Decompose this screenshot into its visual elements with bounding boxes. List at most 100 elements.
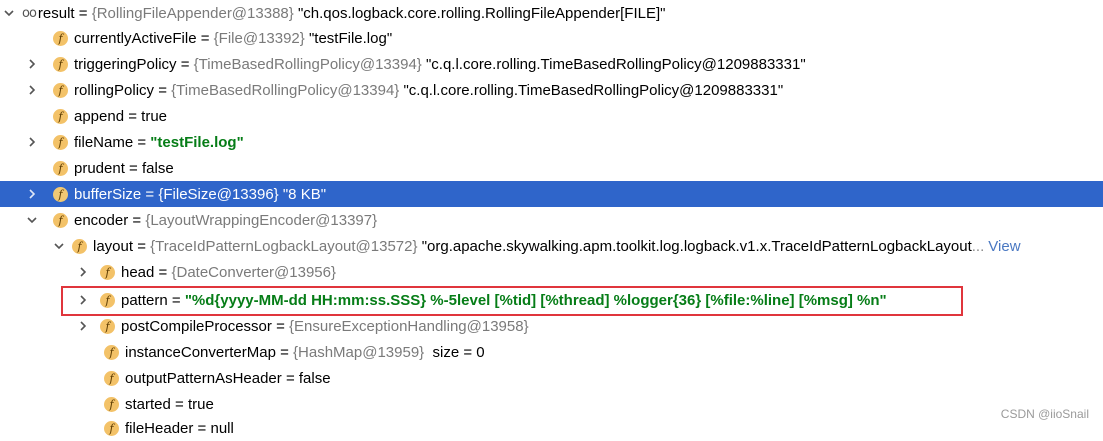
equals-sign: = [271,317,290,335]
field-icon: f [100,264,115,280]
tree-row-started[interactable]: f started = true [0,391,1103,417]
object-reference: {RollingFileAppender@13388} [91,4,294,22]
equals-sign: = [170,395,188,413]
tree-row-fileName[interactable]: f fileName = "testFile.log" [0,129,1103,155]
field-icon: f [53,108,68,124]
tree-row-head[interactable]: f head = {DateConverter@13956} [0,259,1103,285]
field-icon: f [53,82,68,98]
field-value: "c.q.l.core.rolling.TimeBasedRollingPoli… [425,55,806,73]
field-value: false [141,159,174,177]
object-reference: {HashMap@13959} [293,343,425,361]
field-icon: f [100,292,115,308]
tree-row-rollingPolicy[interactable]: f rollingPolicy = {TimeBasedRollingPolic… [0,77,1103,103]
object-reference: {LayoutWrappingEncoder@13397} [145,211,378,229]
object-reference: {TimeBasedRollingPolicy@13394} [193,55,422,73]
object-reference: {FileSize@13396} [158,185,279,203]
tree-row-postCompileProcessor[interactable]: f postCompileProcessor = {EnsureExceptio… [0,313,1103,339]
tree-row-prudent[interactable]: f prudent = false [0,155,1103,181]
field-value: true [141,107,168,125]
equals-sign: = [124,159,142,177]
field-name: layout [93,237,134,255]
field-name: encoder [74,211,129,229]
equals-sign: = [133,133,151,151]
field-name: fileName [74,133,134,151]
tree-row-triggeringPolicy[interactable]: f triggeringPolicy = {TimeBasedRollingPo… [0,51,1103,77]
tree-row-layout[interactable]: f layout = {TraceIdPatternLogbackLayout@… [0,233,1103,259]
field-name: head [121,263,155,281]
field-value: "ch.qos.logback.core.rolling.RollingFile… [297,4,666,22]
tree-row-append[interactable]: f append = true [0,103,1103,129]
field-icon: f [53,56,68,72]
chevron-down-icon[interactable] [2,8,16,18]
field-name: triggeringPolicy [74,55,177,73]
field-name: postCompileProcessor [121,317,272,335]
watermark: CSDN @iioSnail [1000,407,1089,421]
field-value: null [210,419,234,437]
tree-row-result[interactable]: oo result = {RollingFileAppender@13388} … [0,0,1103,26]
chevron-right-icon[interactable] [25,59,39,69]
view-link[interactable]: View [988,238,1020,255]
field-value: "8 KB" [282,185,327,203]
chevron-right-icon[interactable] [76,267,90,277]
equals-sign: = [275,343,294,361]
chevron-right-icon[interactable] [25,85,39,95]
tree-row-currentlyActiveFile[interactable]: f currentlyActiveFile = {File@13392} "te… [0,25,1103,51]
equals-sign: = [281,369,299,387]
field-value: "%d{yyyy-MM-dd HH:mm:ss.SSS} %-5level [%… [184,291,887,309]
field-name: outputPatternAsHeader [125,369,282,387]
equals-sign: = [154,263,172,281]
field-name: instanceConverterMap [125,343,276,361]
field-name: rollingPolicy [74,81,155,99]
equals-sign: = [154,81,172,99]
equals-sign: = [124,107,142,125]
field-name: started [125,395,171,413]
field-name: append [74,107,125,125]
chevron-right-icon[interactable] [25,189,39,199]
collection-size: size = 0 [432,343,485,361]
field-name: result [37,4,75,22]
object-reference: {File@13392} [213,29,305,47]
tree-row-instanceConverterMap[interactable]: f instanceConverterMap = {HashMap@13959}… [0,339,1103,365]
chevron-right-icon[interactable] [25,137,39,147]
field-icon: f [53,134,68,150]
equals-sign: = [176,55,194,73]
field-icon: f [104,396,119,412]
field-icon: f [100,318,115,334]
chevron-down-icon[interactable] [25,215,39,225]
field-icon: f [104,420,119,436]
object-reference: {DateConverter@13956} [171,263,336,281]
equals-sign: = [128,211,146,229]
truncation-ellipsis: ... [971,237,985,255]
chevron-right-icon[interactable] [76,321,90,331]
equals-sign: = [167,291,185,309]
field-value: true [187,395,214,413]
field-icon: f [53,186,68,202]
field-value: "testFile.log" [150,133,244,151]
field-value: false [298,369,331,387]
field-icon: f [53,160,68,176]
field-icon: f [53,30,68,46]
equals-sign: = [196,29,214,47]
equals-sign: = [141,185,159,203]
equals-sign: = [193,419,211,437]
object-reference: {EnsureExceptionHandling@13958} [289,317,529,335]
tree-row-bufferSize[interactable]: f bufferSize = {FileSize@13396} "8 KB" [0,181,1103,207]
object-reference: {TimeBasedRollingPolicy@13394} [171,81,400,99]
watch-icon: oo [22,5,37,21]
field-value: "c.q.l.core.rolling.TimeBasedRollingPoli… [403,81,784,99]
field-name: currentlyActiveFile [74,29,197,47]
field-value: "testFile.log" [308,29,393,47]
chevron-down-icon[interactable] [52,241,66,251]
tree-row-outputPatternAsHeader[interactable]: f outputPatternAsHeader = false [0,365,1103,391]
field-name: fileHeader [125,419,194,437]
tree-row-fileHeader[interactable]: f fileHeader = null [0,415,1103,441]
tree-row-encoder[interactable]: f encoder = {LayoutWrappingEncoder@13397… [0,207,1103,233]
field-value: "org.apache.skywalking.apm.toolkit.log.l… [421,237,972,255]
chevron-right-icon[interactable] [76,295,90,305]
tree-row-pattern[interactable]: f pattern = "%d{yyyy-MM-dd HH:mm:ss.SSS}… [0,287,1103,313]
equals-sign: = [133,237,151,255]
field-icon: f [104,370,119,386]
field-name: bufferSize [74,185,142,203]
field-icon: f [72,238,87,254]
field-icon: f [53,212,68,228]
